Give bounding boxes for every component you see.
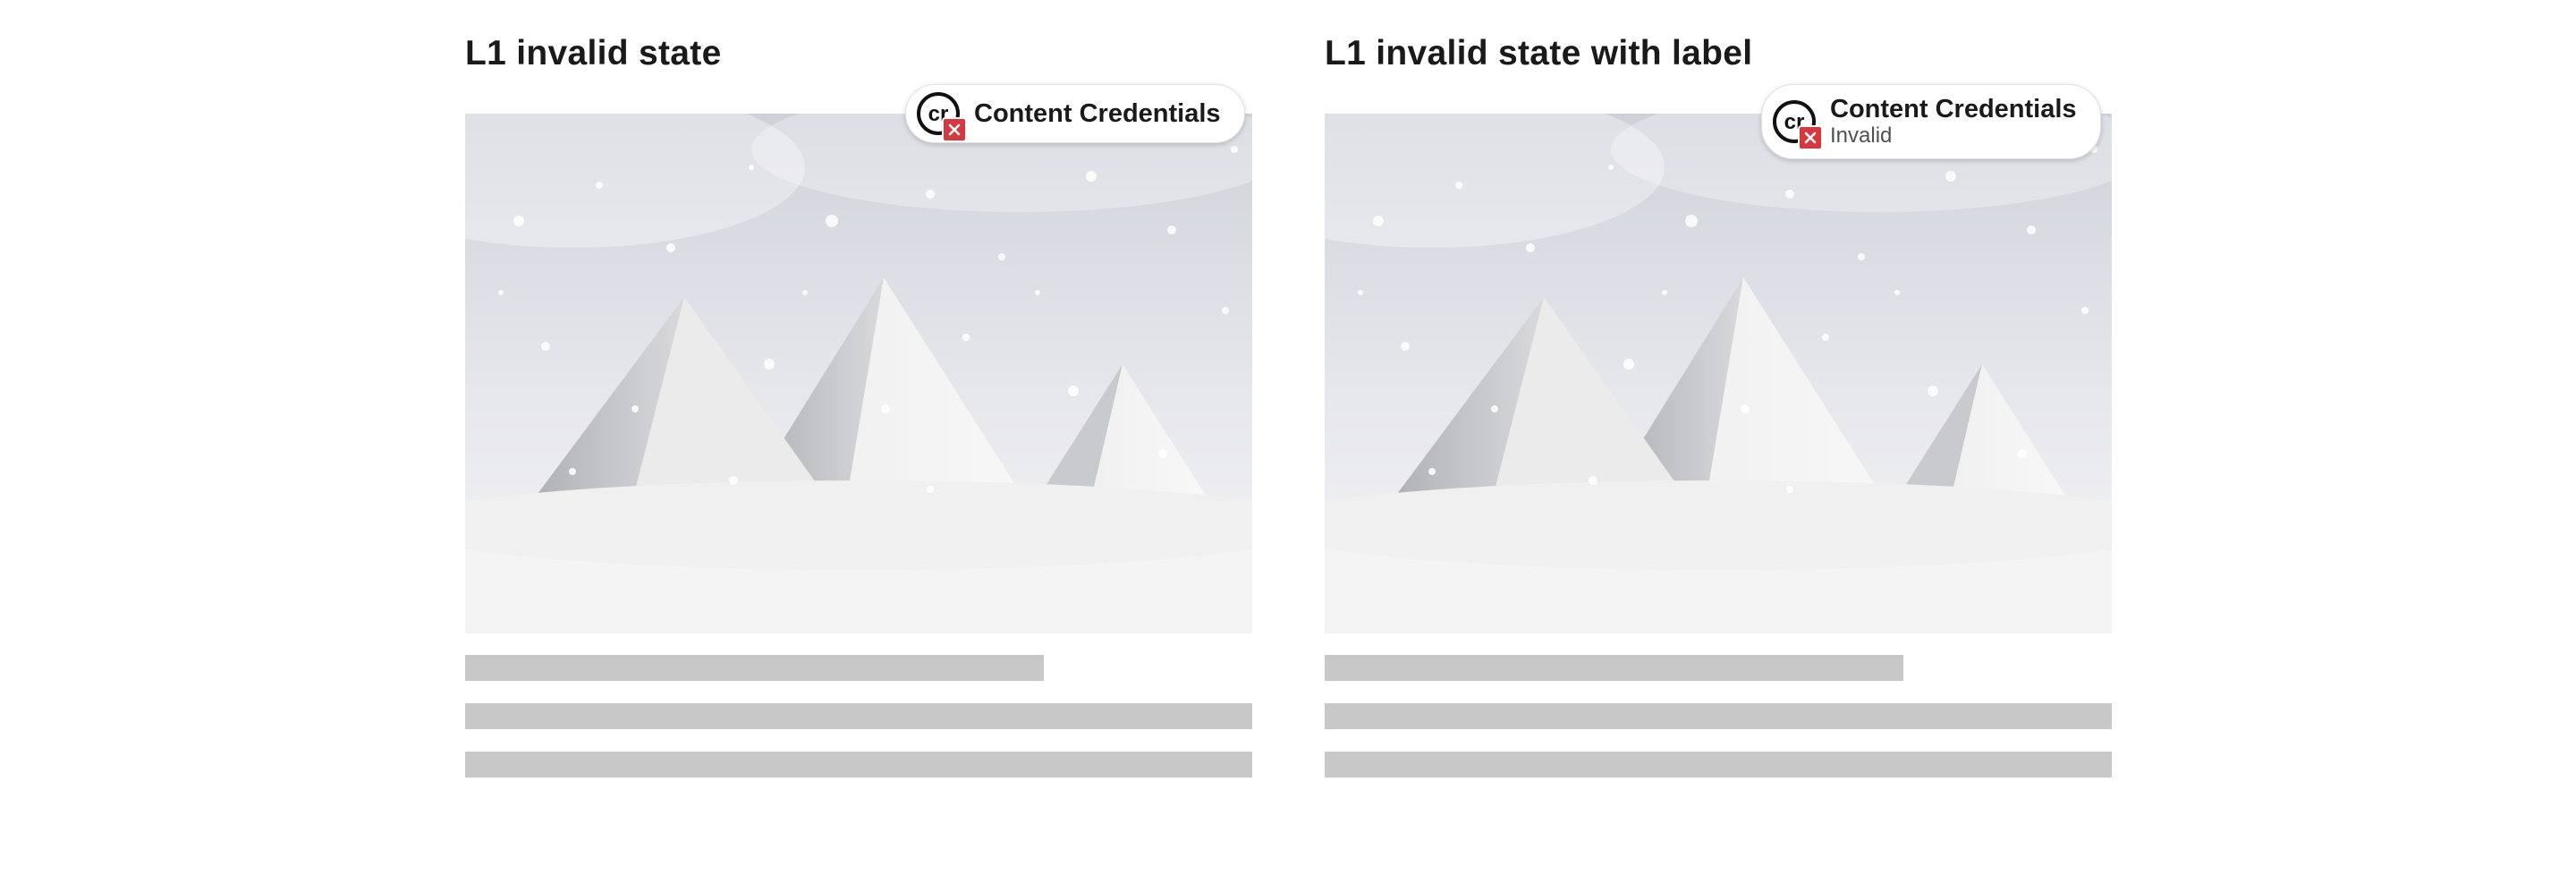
- snowy-pyramids-image: [1325, 114, 2112, 633]
- text-placeholder-line: [1325, 655, 1903, 681]
- example-card-invalid-with-label: L1 invalid state with label cr Content C…: [1325, 0, 2112, 884]
- badge-status-label: Invalid: [1830, 123, 1893, 148]
- badge-label: Content Credentials: [974, 99, 1221, 128]
- text-placeholder-line: [465, 655, 1044, 681]
- example-card-invalid: L1 invalid state cr Content Credentials: [465, 0, 1252, 884]
- content-credentials-badge[interactable]: cr Content Credentials Invalid: [1761, 84, 2101, 159]
- text-placeholder-line: [465, 703, 1252, 729]
- snowy-pyramids-image: [465, 114, 1252, 633]
- content-credentials-badge[interactable]: cr Content Credentials: [905, 84, 1245, 143]
- text-placeholder-line: [1325, 703, 2112, 729]
- badge-label: Content Credentials: [1830, 95, 2077, 123]
- content-credentials-cr-icon: cr: [1771, 98, 1823, 150]
- error-x-icon: [1798, 125, 1823, 150]
- text-placeholder-line: [1325, 752, 2112, 778]
- error-x-icon: [942, 117, 967, 142]
- content-credentials-cr-icon: cr: [915, 90, 967, 142]
- example-title: L1 invalid state: [465, 34, 722, 72]
- example-title: L1 invalid state with label: [1325, 34, 1753, 72]
- text-placeholder-line: [465, 752, 1252, 778]
